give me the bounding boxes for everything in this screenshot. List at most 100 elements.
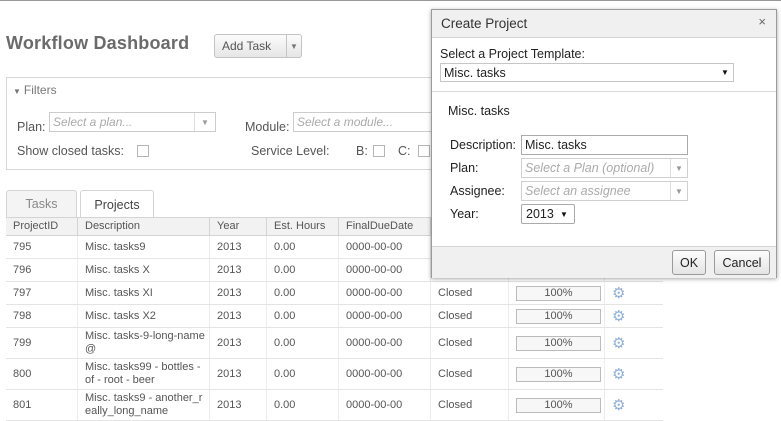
- service-level-b-checkbox[interactable]: [373, 145, 385, 157]
- cell-finalduedate: 0000-00-00: [339, 282, 431, 304]
- ok-button-label: OK: [679, 255, 699, 270]
- cell-projectid: 796: [6, 259, 78, 281]
- cell-finalduedate: 0000-00-00: [339, 359, 431, 389]
- gear-icon[interactable]: ⚙: [612, 398, 625, 413]
- plan-filter-placeholder: Select a plan...: [53, 115, 133, 129]
- assignee-select[interactable]: Select an assignee ▼: [521, 181, 688, 201]
- module-filter-select[interactable]: Select a module...: [293, 112, 437, 132]
- dialog-titlebar[interactable]: Create Project ×: [432, 10, 776, 38]
- progress-bar: 100%: [516, 366, 601, 382]
- ok-button[interactable]: OK: [672, 250, 706, 275]
- tab-tasks[interactable]: Tasks: [6, 190, 77, 217]
- cell-progress: 100%: [509, 282, 605, 304]
- module-filter-placeholder: Select a module...: [297, 115, 394, 129]
- chevron-down-icon: ▼: [721, 68, 729, 77]
- chevron-down-icon: ▼: [670, 182, 687, 200]
- column-header-projectid[interactable]: ProjectID: [6, 218, 78, 235]
- cell-status: Closed: [431, 282, 509, 304]
- progress-bar: 100%: [516, 308, 601, 324]
- template-select-value: Misc. tasks: [444, 65, 506, 80]
- chevron-down-icon: ▼: [194, 113, 215, 131]
- column-header-description[interactable]: Description: [78, 218, 210, 235]
- cell-actions: ⚙: [605, 305, 663, 327]
- tab-tasks-label: Tasks: [25, 197, 58, 211]
- cell-actions: ⚙: [605, 282, 663, 304]
- plan-select[interactable]: Select a Plan (optional) ▼: [521, 158, 688, 178]
- gear-icon[interactable]: ⚙: [612, 286, 625, 301]
- year-select[interactable]: 2013 ▼: [521, 204, 575, 224]
- cell-year: 2013: [210, 390, 267, 420]
- cell-status: Closed: [431, 305, 509, 327]
- dialog-footer: OK Cancel: [432, 246, 776, 278]
- assignee-select-placeholder: Select an assignee: [525, 184, 631, 198]
- filters-header-label: Filters: [23, 83, 57, 97]
- close-icon[interactable]: ×: [758, 14, 766, 29]
- show-closed-label: Show closed tasks:: [17, 144, 124, 158]
- cell-est-hours: 0.00: [267, 259, 339, 281]
- page-title: Workflow Dashboard: [6, 33, 190, 53]
- cell-description: Misc. tasks9 - another_really_long_name: [78, 390, 210, 420]
- progress-bar: 100%: [516, 335, 601, 351]
- plan-label: Plan:: [450, 161, 479, 175]
- show-closed-checkbox[interactable]: [137, 145, 149, 157]
- plan-select-placeholder: Select a Plan (optional): [525, 161, 655, 175]
- plan-filter-select[interactable]: Select a plan... ▼: [49, 112, 216, 132]
- column-header-est-hours[interactable]: Est. Hours: [267, 218, 339, 235]
- cell-actions: ⚙: [605, 390, 663, 420]
- service-level-c-checkbox[interactable]: [418, 145, 430, 157]
- cell-projectid: 797: [6, 282, 78, 304]
- service-level-b-label: B:: [356, 144, 368, 158]
- cell-year: 2013: [210, 282, 267, 304]
- cell-actions: ⚙: [605, 359, 663, 389]
- description-field[interactable]: Misc. tasks: [521, 135, 688, 155]
- module-filter-label: Module:: [245, 120, 290, 134]
- cancel-button[interactable]: Cancel: [714, 250, 770, 275]
- table-row[interactable]: 797 Misc. tasks XI 2013 0.00 0000-00-00 Close…: [6, 282, 663, 305]
- template-select[interactable]: Misc. tasks ▼: [440, 63, 734, 82]
- cell-est-hours: 0.00: [267, 236, 339, 258]
- cell-progress: 100%: [509, 390, 605, 420]
- cell-status: Closed: [431, 359, 509, 389]
- gear-icon[interactable]: ⚙: [612, 309, 625, 324]
- chevron-down-icon[interactable]: ▼: [287, 42, 301, 51]
- tab-projects-label: Projects: [94, 197, 140, 212]
- table-row[interactable]: 800 Misc. tasks99 - bottles - of - root -…: [6, 359, 663, 390]
- cell-finalduedate: 0000-00-00: [339, 236, 431, 258]
- cell-description: Misc. tasks-9-long-name @: [78, 328, 210, 358]
- cell-est-hours: 0.00: [267, 390, 339, 420]
- table-row[interactable]: 798 Misc. tasks X2 2013 0.00 0000-00-00 Close…: [6, 305, 663, 328]
- cell-finalduedate: 0000-00-00: [339, 390, 431, 420]
- cell-year: 2013: [210, 259, 267, 281]
- cell-year: 2013: [210, 359, 267, 389]
- column-header-year[interactable]: Year: [210, 218, 267, 235]
- cell-description: Misc. tasks X: [78, 259, 210, 281]
- table-row[interactable]: 799 Misc. tasks-9-long-name @2013 0.00 0000…: [6, 328, 663, 359]
- cell-est-hours: 0.00: [267, 282, 339, 304]
- filters-header[interactable]: ▼ Filters: [13, 83, 57, 97]
- chevron-down-icon: ▼: [670, 159, 687, 177]
- year-label: Year:: [450, 207, 479, 221]
- cell-projectid: 795: [6, 236, 78, 258]
- cell-progress: 100%: [509, 359, 605, 389]
- cell-progress: 100%: [509, 305, 605, 327]
- cell-finalduedate: 0000-00-00: [339, 259, 431, 281]
- service-level-c-label: C:: [398, 144, 411, 158]
- description-value: Misc. tasks: [525, 138, 587, 152]
- cell-year: 2013: [210, 328, 267, 358]
- chevron-down-icon: ▼: [560, 209, 568, 219]
- cell-finalduedate: 0000-00-00: [339, 305, 431, 327]
- assignee-label: Assignee:: [450, 184, 505, 198]
- cell-progress: 100%: [509, 328, 605, 358]
- top-border: [0, 0, 781, 1]
- template-label: Select a Project Template:: [440, 47, 585, 61]
- cell-status: Closed: [431, 390, 509, 420]
- add-task-button[interactable]: Add Task ▼: [214, 34, 302, 58]
- cell-year: 2013: [210, 236, 267, 258]
- column-header-finalduedate[interactable]: FinalDueDate: [339, 218, 431, 235]
- cell-projectid: 800: [6, 359, 78, 389]
- gear-icon[interactable]: ⚙: [612, 367, 625, 382]
- gear-icon[interactable]: ⚙: [612, 336, 625, 351]
- cell-description: Misc. tasks9: [78, 236, 210, 258]
- table-row[interactable]: 801 Misc. tasks9 - another_really_long_na…: [6, 390, 663, 421]
- tab-projects[interactable]: Projects: [80, 190, 154, 218]
